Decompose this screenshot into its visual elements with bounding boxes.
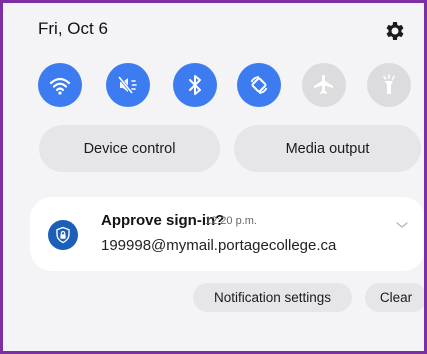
sound-toggle[interactable] <box>106 63 150 107</box>
gear-icon <box>386 22 404 40</box>
clear-button[interactable]: Clear <box>365 283 424 312</box>
airplane-mode-toggle[interactable] <box>302 63 346 107</box>
device-control-button[interactable]: Device control <box>39 125 220 172</box>
bluetooth-toggle[interactable] <box>173 63 217 107</box>
notification-card[interactable]: Approve sign-in? 12:20 p.m. 199998@mymai… <box>30 197 424 271</box>
expand-button[interactable] <box>395 217 409 228</box>
sound-muted-icon <box>117 76 137 94</box>
auto-rotate-toggle[interactable] <box>237 63 281 107</box>
notification-panel: Fri, Oct 6 Device control Media output A… <box>0 0 427 354</box>
date-label: Fri, Oct 6 <box>38 19 108 38</box>
wifi-icon <box>49 77 71 95</box>
notification-settings-button[interactable]: Notification settings <box>193 283 352 312</box>
airplane-mode-icon <box>314 75 333 94</box>
flashlight-icon <box>383 74 395 94</box>
lock-shield-icon <box>56 226 70 244</box>
settings-button[interactable] <box>383 19 407 43</box>
app-icon <box>48 220 78 250</box>
notification-time: 12:20 p.m. <box>205 215 257 227</box>
chevron-down-icon <box>396 222 408 228</box>
quick-settings-row <box>38 63 418 107</box>
wifi-toggle[interactable] <box>38 63 82 107</box>
media-output-button[interactable]: Media output <box>234 125 421 172</box>
flashlight-toggle[interactable] <box>367 63 411 107</box>
notification-body: 199998@mymail.portagecollege.ca <box>101 237 337 254</box>
auto-rotate-icon <box>250 76 268 94</box>
bluetooth-icon <box>189 75 201 95</box>
